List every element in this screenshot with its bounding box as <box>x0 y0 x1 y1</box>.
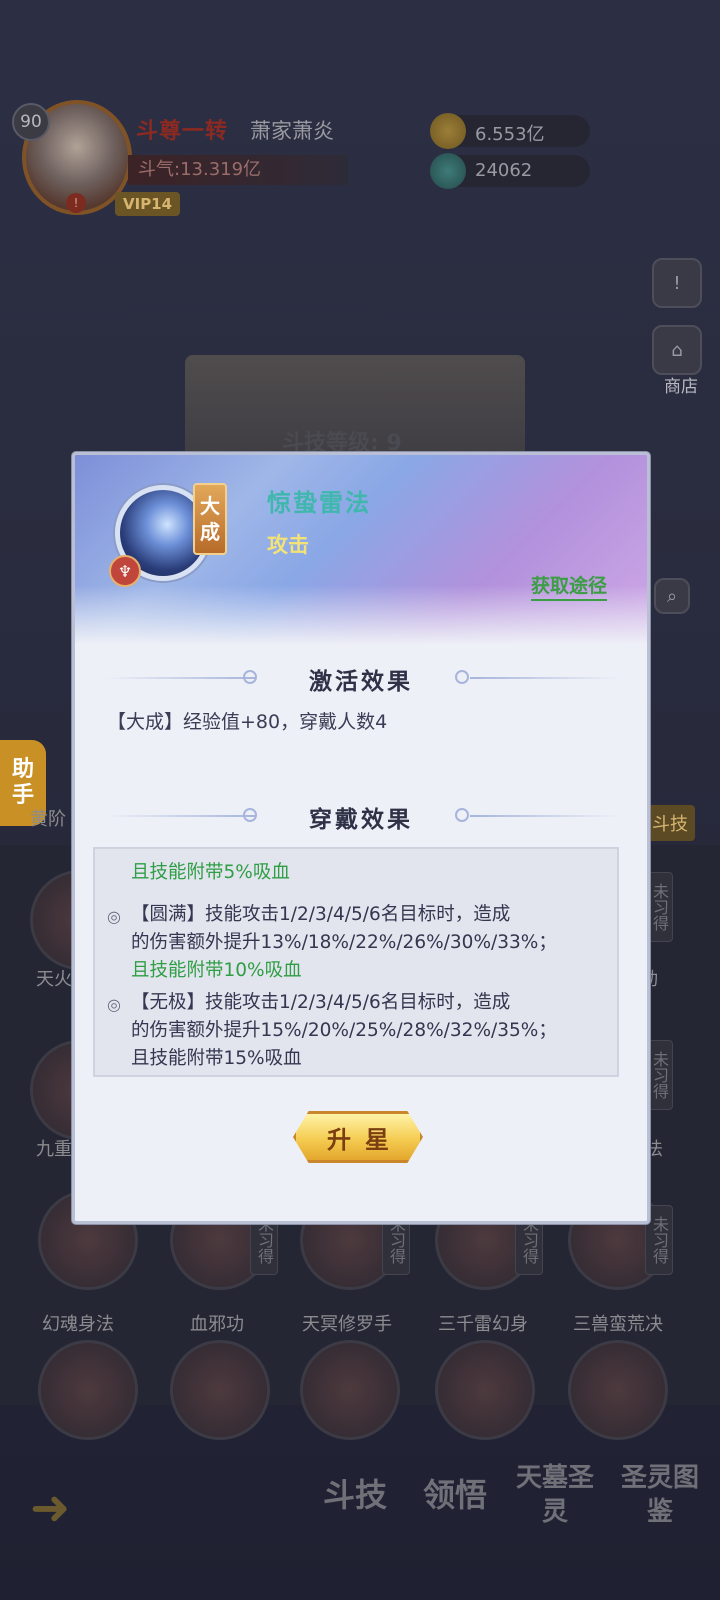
sect-emblem-icon: ♆ <box>109 555 141 587</box>
obtain-path-link[interactable]: 获取途径 <box>530 571 607 601</box>
gem-icon <box>430 153 466 189</box>
search-icon[interactable]: ⌕ <box>654 578 690 614</box>
skill-name: 九重 <box>36 1139 72 1160</box>
player-level-badge: 90 <box>12 103 50 141</box>
skill-name: 三千雷幻身 <box>438 1314 528 1335</box>
avatar-alert-icon: ! <box>66 193 86 213</box>
divider-ornament <box>455 808 469 822</box>
divider-ornament <box>470 677 620 679</box>
skill-name: 三兽蛮荒决 <box>573 1314 663 1335</box>
gold-coin-icon <box>430 113 466 149</box>
tier-char-2: 成 <box>200 520 220 544</box>
wear-effect-title: 穿戴效果 <box>309 807 413 833</box>
tier-badge: 大 成 <box>193 483 227 555</box>
tab-skills[interactable]: 斗技 <box>645 805 695 841</box>
skill-title: 惊蛰雷法 <box>267 489 371 517</box>
wear-effect-line: 且技能附带5%吸血 <box>131 862 290 883</box>
gem-resource[interactable]: 24062 <box>430 153 590 189</box>
activate-effect-text: 【大成】经验值+80，穿戴人数4 <box>107 711 388 733</box>
gold-resource[interactable]: 6.553亿 <box>430 113 590 149</box>
wear-effect-line: 且技能附带10%吸血 <box>131 960 302 981</box>
nav-tomb-spirit[interactable]: 天墓圣灵 <box>510 1450 600 1540</box>
wear-effect-scroll-box[interactable]: 且技能附带5%吸血 ◎ 【圆满】技能攻击1/2/3/4/5/6名目标时，造成 的… <box>93 847 619 1077</box>
wear-effect-line: 的伤害额外提升15%/20%/25%/28%/32%/35%； <box>131 1020 557 1041</box>
nav-comprehend[interactable]: 领悟 <box>410 1450 500 1540</box>
player-name: 萧家萧炎 <box>250 119 334 143</box>
shop-icon[interactable]: ⌂ <box>652 325 702 375</box>
divider-ornament <box>455 670 469 684</box>
player-rank: 斗尊一转 <box>136 119 229 144</box>
skill-detail-modal: ♆ 大 成 惊蛰雷法 攻击 获取途径 激活效果 【大成】经验值+80，穿戴人数4… <box>72 452 650 1224</box>
skill-name: 血邪功 <box>190 1314 244 1335</box>
wear-effect-line: 【无极】技能攻击1/2/3/4/5/6名目标时，造成 <box>131 992 511 1013</box>
wear-effect-line: 且技能附带15%吸血 <box>131 1048 302 1069</box>
skill-slot[interactable] <box>568 1340 668 1440</box>
swirl-icon: ◎ <box>107 907 121 926</box>
back-arrow-icon[interactable]: ➜ <box>30 1480 140 1536</box>
swirl-icon: ◎ <box>107 995 121 1014</box>
skill-type: 攻击 <box>267 533 309 557</box>
wear-effect-line: 的伤害额外提升13%/18%/22%/26%/30%/33%； <box>131 932 557 953</box>
skill-name: 幻魂身法 <box>42 1314 114 1335</box>
vip-badge[interactable]: VIP14 <box>115 192 181 216</box>
nav-skills[interactable]: 斗技 <box>310 1450 400 1540</box>
player-power: 斗气:13.319亿 <box>128 155 348 185</box>
divider-ornament <box>470 815 620 817</box>
gem-value: 24062 <box>475 160 533 181</box>
tab-yellow-tier[interactable]: 黄阶 <box>30 805 66 831</box>
skill-slot[interactable] <box>300 1340 400 1440</box>
skill-slot[interactable] <box>170 1340 270 1440</box>
upgrade-star-button[interactable]: 升星 <box>293 1111 423 1163</box>
activate-effect-title: 激活效果 <box>309 669 413 695</box>
nav-spirit-atlas[interactable]: 圣灵图鉴 <box>615 1450 705 1540</box>
gold-value: 6.553亿 <box>475 124 545 145</box>
skill-name: 天火 <box>36 969 72 990</box>
wear-effect-line: 【圆满】技能攻击1/2/3/4/5/6名目标时，造成 <box>131 904 511 925</box>
skill-slot[interactable] <box>435 1340 535 1440</box>
helper-label-1: 助 <box>11 757 34 782</box>
skill-name: 天冥修罗手 <box>302 1314 392 1335</box>
skill-slot[interactable] <box>38 1340 138 1440</box>
info-icon[interactable]: ! <box>652 258 702 308</box>
tier-char-1: 大 <box>200 494 220 518</box>
shop-label[interactable]: 商店 <box>664 372 698 397</box>
